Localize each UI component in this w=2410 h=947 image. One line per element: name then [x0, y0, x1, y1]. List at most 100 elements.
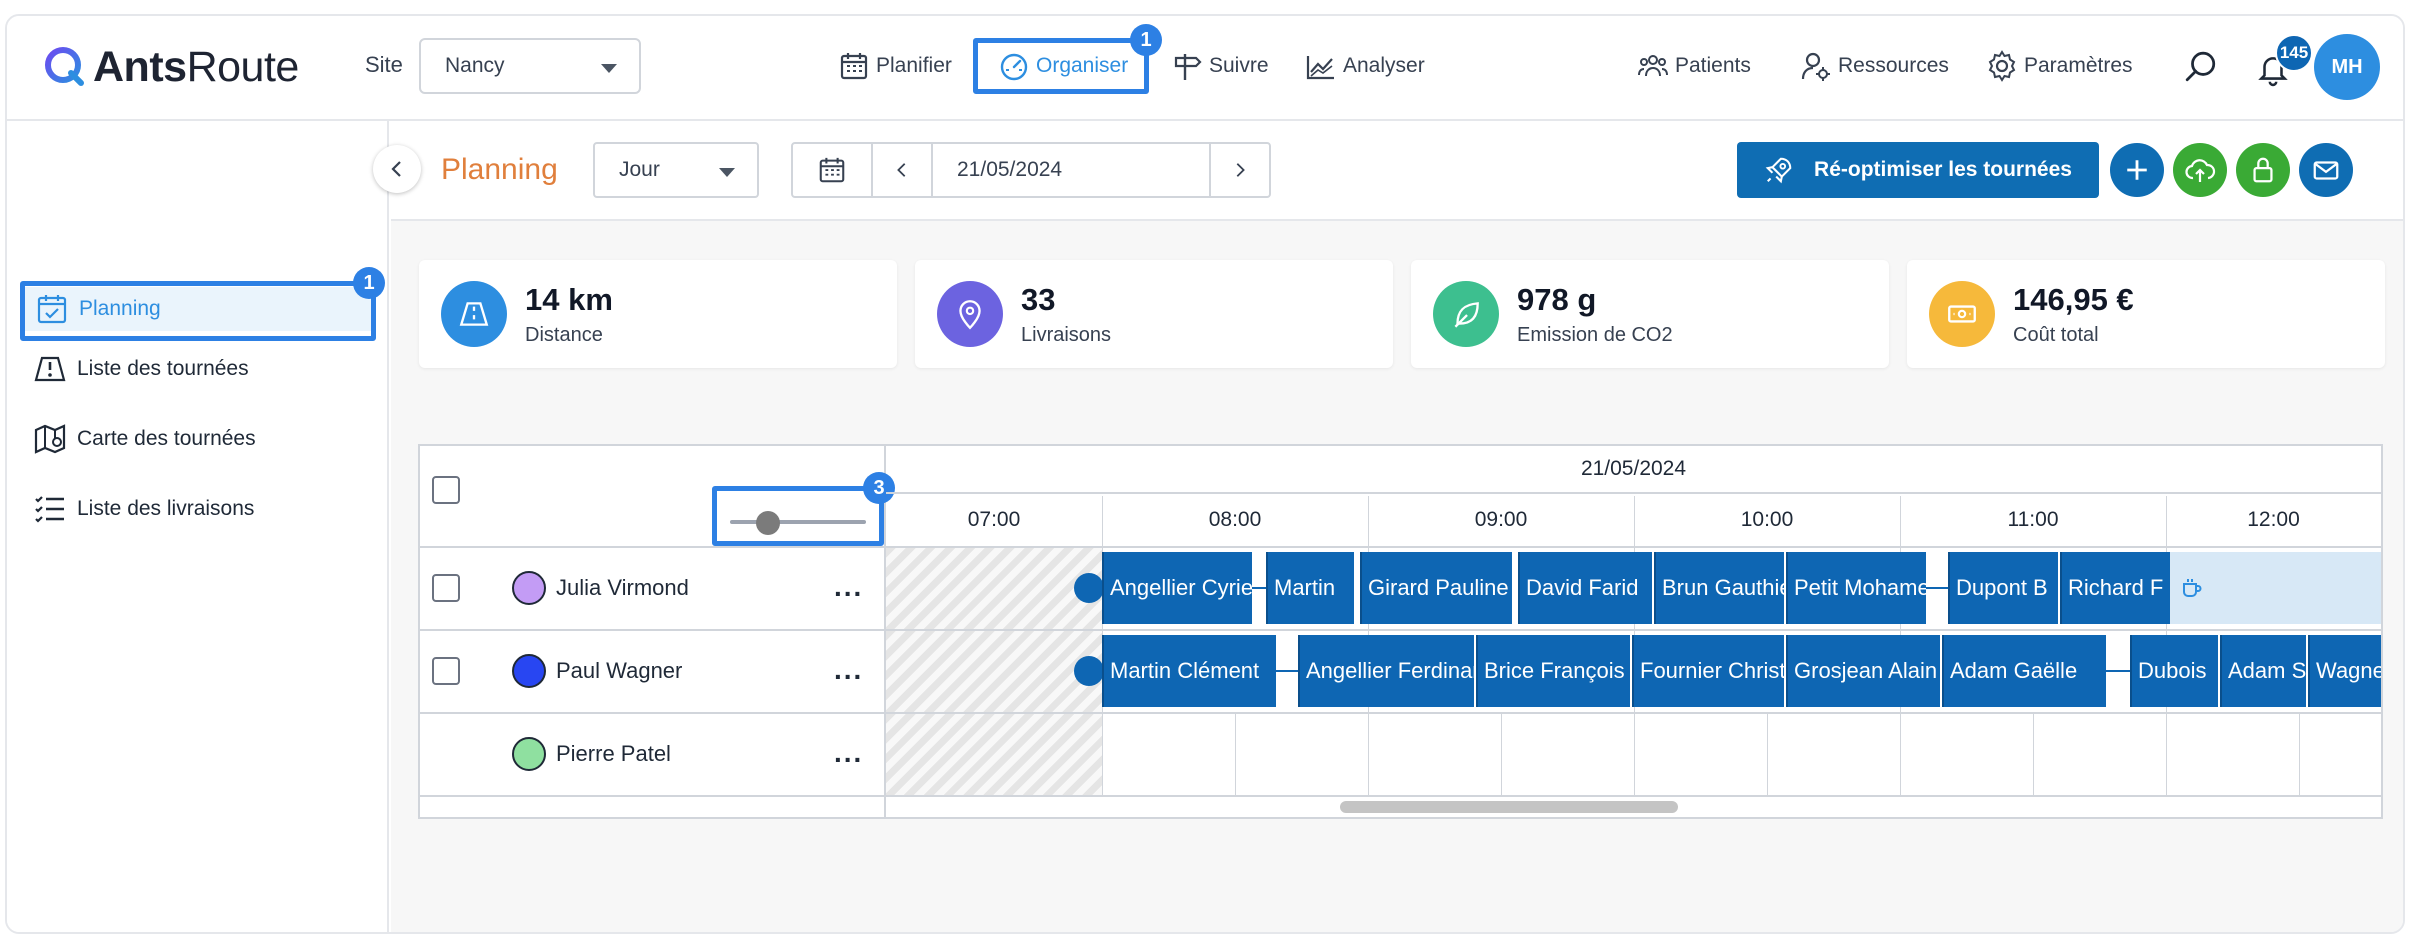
travel-connector — [1252, 587, 1266, 589]
chevron-down-icon — [719, 168, 735, 177]
nav-planifier-label: Planifier — [876, 54, 952, 77]
task-block[interactable]: Brun Gauthier — [1654, 552, 1784, 624]
date-picker-button[interactable] — [793, 144, 873, 196]
nav-parametres[interactable]: Paramètres — [1986, 46, 2133, 86]
sidebar-item-delivery-list[interactable]: Liste des livraisons — [33, 487, 254, 531]
app-window: AntsRoute Site Nancy Planifier Organiser… — [5, 14, 2405, 934]
previous-day-button[interactable] — [873, 144, 933, 196]
antsroute-logo[interactable]: AntsRoute — [43, 42, 299, 92]
sidebar-item-planning[interactable]: Planning — [23, 287, 371, 331]
nav-planifier[interactable]: Planifier — [838, 46, 952, 86]
task-block[interactable]: Dupont B — [1948, 552, 2058, 624]
task-block[interactable]: Petit Mohamed — [1786, 552, 1926, 624]
zoom-slider[interactable] — [730, 511, 866, 535]
view-mode-select[interactable]: Jour — [593, 142, 759, 198]
users-group-icon — [1638, 55, 1668, 77]
resource-color-dot — [512, 571, 546, 605]
chevron-left-icon — [897, 163, 906, 177]
hour-label: 09:00 — [1474, 508, 1528, 531]
calendar-icon — [819, 157, 845, 183]
resource-checkbox[interactable] — [432, 657, 460, 685]
logo-icon — [45, 47, 84, 86]
nav-patients[interactable]: Patients — [1637, 46, 1751, 86]
reoptimize-label: Ré-optimiser les tournées — [1814, 158, 2072, 181]
select-all-checkbox[interactable] — [432, 476, 460, 504]
task-block[interactable]: David Farid — [1518, 552, 1652, 624]
resource-color-dot — [512, 654, 546, 688]
dashboard-gauge-icon — [1000, 53, 1028, 81]
nav-analyser-label: Analyser — [1343, 54, 1425, 77]
task-block[interactable]: Brice François — [1476, 635, 1630, 707]
task-block[interactable]: Fournier Christine — [1632, 635, 1784, 707]
travel-connector — [1276, 670, 1298, 672]
current-date-field[interactable]: 21/05/2024 — [933, 144, 1211, 196]
chevron-down-icon — [601, 64, 617, 73]
half-hour-gridline — [1235, 712, 1236, 796]
search-button[interactable] — [2180, 46, 2222, 88]
row-divider — [420, 712, 884, 714]
task-block[interactable]: Angellier Cyrielle — [1102, 552, 1252, 624]
task-block[interactable]: Grosjean Alain — [1786, 635, 1940, 707]
reoptimize-routes-button[interactable]: Ré-optimiser les tournées — [1737, 142, 2099, 198]
row-divider — [420, 629, 884, 631]
lock-button[interactable] — [2236, 143, 2290, 197]
coffee-cup-icon — [2183, 579, 2202, 597]
stat-card-co2: 978 g Emission de CO2 — [1411, 260, 1889, 368]
task-block[interactable]: Adam Gaëlle — [1942, 635, 2106, 707]
resource-more-menu[interactable]: ... — [834, 656, 863, 684]
rocket-icon — [1765, 157, 1792, 184]
nav-suivre-label: Suivre — [1209, 54, 1269, 77]
chart-line-icon — [1306, 56, 1334, 80]
leaf-icon — [1433, 281, 1499, 347]
task-block[interactable]: Dubois — [2130, 635, 2218, 707]
route-start-marker[interactable] — [1074, 656, 1104, 686]
resource-checkbox[interactable] — [432, 574, 460, 602]
stat-card-deliveries: 33 Livraisons — [915, 260, 1393, 368]
task-block[interactable]: Martin Clément — [1102, 635, 1276, 707]
nav-analyser[interactable]: Analyser — [1305, 46, 1425, 86]
hour-label: 10:00 — [1740, 508, 1794, 531]
notification-count-badge: 145 — [2275, 34, 2313, 72]
task-block[interactable]: Wagner — [2308, 635, 2381, 707]
route-list-icon — [34, 356, 66, 382]
nav-organiser[interactable]: Organiser — [998, 46, 1128, 86]
next-day-button[interactable] — [1211, 144, 1269, 196]
resource-name: Paul Wagner — [556, 658, 683, 683]
user-avatar[interactable]: MH — [2314, 34, 2380, 100]
zoom-slider-handle[interactable] — [756, 511, 780, 535]
half-hour-gridline — [1767, 712, 1768, 796]
sidebar-item-label: Carte des tournées — [77, 427, 256, 450]
site-select[interactable]: Nancy — [419, 38, 641, 94]
task-block[interactable]: Martin — [1266, 552, 1354, 624]
gear-icon — [1988, 50, 2016, 82]
chevron-left-icon — [391, 161, 401, 177]
map-icon — [34, 424, 66, 454]
task-block[interactable]: Adam S — [2220, 635, 2306, 707]
unavailable-zone — [886, 631, 1102, 712]
collapse-sidebar-button[interactable] — [373, 145, 421, 193]
sidebar-item-route-map[interactable]: Carte des tournées — [33, 417, 256, 461]
task-block[interactable]: Richard F — [2060, 552, 2170, 624]
resource-more-menu[interactable]: ... — [834, 573, 863, 601]
nav-ressources[interactable]: Ressources — [1800, 46, 1949, 86]
nav-suivre[interactable]: Suivre — [1171, 46, 1269, 86]
half-hour-gridline — [2033, 712, 2034, 796]
unavailable-zone — [886, 548, 1102, 629]
resource-more-menu[interactable]: ... — [834, 739, 863, 767]
break-block[interactable] — [2170, 552, 2381, 624]
send-email-button[interactable] — [2299, 143, 2353, 197]
route-start-marker[interactable] — [1074, 573, 1104, 603]
timeline-horizontal-scrollbar[interactable] — [1340, 801, 1678, 813]
task-block[interactable]: Angellier Ferdinand — [1298, 635, 1474, 707]
sidebar-item-label: Planning — [79, 297, 161, 320]
unavailable-zone — [886, 714, 1102, 795]
task-block[interactable]: Girard Pauline — [1360, 552, 1512, 624]
add-button[interactable] — [2110, 143, 2164, 197]
step-badge-organiser: 1 — [1130, 24, 1162, 56]
stat-value: 33 — [1021, 281, 1056, 317]
cloud-sync-button[interactable] — [2173, 143, 2227, 197]
sidebar-item-route-list[interactable]: Liste des tournées — [33, 347, 249, 391]
timeline-date: 21/05/2024 — [1580, 457, 1687, 480]
user-gear-icon — [1801, 52, 1830, 81]
cloud-upload-icon — [2185, 159, 2216, 182]
